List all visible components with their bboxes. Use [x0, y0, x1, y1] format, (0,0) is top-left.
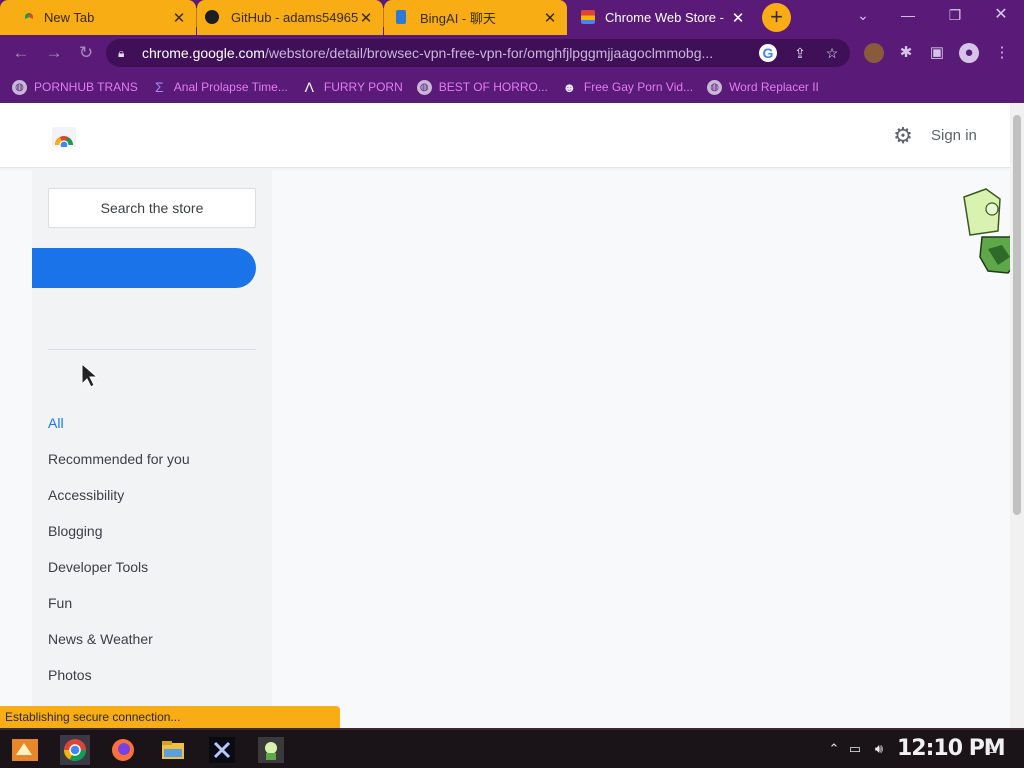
mask-icon: ☻	[562, 79, 577, 95]
close-icon[interactable]: ✕	[172, 9, 186, 27]
sigma-icon: Σ	[154, 78, 164, 95]
close-window-icon[interactable]: ✕	[981, 0, 1021, 30]
globe-icon: ◍	[12, 79, 27, 95]
file-explorer-icon[interactable]	[158, 735, 188, 765]
tab-title: GitHub - adams54965	[231, 10, 359, 25]
category-item-recommended[interactable]: Recommended for you	[48, 441, 190, 477]
close-icon[interactable]: ✕	[731, 9, 745, 27]
share-icon[interactable]: ⇪	[791, 44, 809, 62]
sidebar: Search the store All Recommended for you…	[32, 169, 272, 728]
bookmark-item[interactable]: Λ FURRY PORN	[302, 78, 403, 95]
bookmark-label: FURRY PORN	[323, 80, 403, 94]
close-icon[interactable]: ✕	[359, 9, 373, 27]
sign-in-link[interactable]: Sign in	[931, 127, 977, 144]
sidebar-selected-item[interactable]	[32, 248, 256, 288]
tab-title: BingAI - 聊天	[420, 11, 496, 26]
category-item-blogging[interactable]: Blogging	[48, 513, 190, 549]
scrollbar-thumb[interactable]	[1013, 115, 1021, 515]
status-bubble: Establishing secure connection...	[0, 706, 340, 728]
notifications-icon[interactable]: ▭	[983, 741, 999, 757]
tab-chrome-web-store[interactable]: Chrome Web Store - ✕	[569, 0, 755, 35]
side-panel-icon[interactable]: ▣	[927, 43, 947, 63]
bing-icon	[396, 10, 406, 24]
forward-icon[interactable]: →	[42, 41, 66, 65]
webstore-logo-icon[interactable]	[52, 127, 76, 147]
chrome-taskbar-icon[interactable]	[60, 735, 90, 765]
url-text[interactable]: chrome.google.com/webstore/detail/browse…	[142, 45, 752, 61]
tray-chevron-icon[interactable]: ⌃	[826, 741, 842, 757]
extensions-puzzle-icon[interactable]: ✱	[896, 43, 916, 63]
mouse-cursor-icon	[81, 362, 99, 388]
tab-github[interactable]: GitHub - adams54965 ✕	[197, 0, 383, 35]
lock-icon[interactable]: 🔒︎	[118, 46, 134, 61]
taskbar: ⌃ ▭ 🔊︎ 12:10 PM ▭	[0, 728, 1024, 768]
google-lens-icon[interactable]: G	[759, 44, 777, 62]
web-store-page: ⚙ Sign in Search the store All Recommend…	[0, 103, 1024, 728]
category-item-news-weather[interactable]: News & Weather	[48, 621, 190, 657]
network-icon[interactable]: ▭	[847, 741, 863, 757]
tab-title: New Tab	[44, 10, 95, 25]
settings-gear-icon[interactable]: ⚙	[892, 125, 914, 147]
tab-bingai[interactable]: BingAI - 聊天 ✕	[384, 0, 567, 35]
app-x-icon[interactable]	[207, 735, 237, 765]
bookmark-item[interactable]: ◍ PORNHUB TRANS	[12, 79, 138, 95]
a-logo-icon: Λ	[304, 78, 315, 95]
github-icon	[205, 10, 219, 24]
category-item-accessibility[interactable]: Accessibility	[48, 477, 190, 513]
extension-avatar-icon[interactable]	[864, 43, 884, 63]
globe-icon: ◍	[416, 79, 432, 95]
menu-kebab-icon[interactable]: ⋮	[992, 43, 1012, 63]
minimize-icon[interactable]: —	[888, 0, 928, 30]
bookmarks-bar: ◍ PORNHUB TRANS Σ Anal Prolapse Time... …	[0, 71, 1024, 103]
category-item-fun[interactable]: Fun	[48, 585, 190, 621]
bookmark-label: Anal Prolapse Time...	[173, 80, 288, 94]
category-item-all[interactable]: All	[48, 405, 190, 441]
restore-icon[interactable]: ❐	[935, 0, 975, 30]
close-icon[interactable]: ✕	[543, 9, 557, 27]
volume-icon[interactable]: 🔊︎	[871, 741, 887, 757]
tab-new-tab[interactable]: New Tab ✕	[0, 0, 196, 35]
tab-strip: New Tab ✕ GitHub - adams54965 ✕ BingAI -…	[0, 0, 1024, 35]
bookmark-star-icon[interactable]: ☆	[823, 44, 841, 62]
bookmark-label: Word Replacer II	[729, 80, 819, 94]
category-item-developer-tools[interactable]: Developer Tools	[48, 549, 190, 585]
profile-icon[interactable]: ●	[959, 43, 979, 63]
bookmark-label: BEST OF HORRO...	[438, 80, 548, 94]
webstore-icon	[581, 10, 595, 24]
bookmark-item[interactable]: ◍ Word Replacer II	[707, 79, 819, 95]
bookmark-item[interactable]: ◍ BEST OF HORRO...	[416, 79, 548, 95]
tab-search-icon[interactable]: ⌄	[843, 0, 883, 30]
page-scrollbar[interactable]	[1010, 103, 1024, 728]
store-header: ⚙ Sign in	[0, 103, 1010, 168]
back-icon[interactable]: ←	[9, 41, 33, 65]
start-button-icon[interactable]	[10, 735, 40, 765]
chrome-icon	[22, 10, 36, 24]
category-list: All Recommended for you Accessibility Bl…	[48, 405, 190, 728]
search-store-input[interactable]: Search the store	[48, 188, 256, 228]
bookmark-item[interactable]: Σ Anal Prolapse Time...	[152, 78, 288, 95]
sidebar-divider	[48, 349, 256, 350]
bookmark-label: Free Gay Porn Vid...	[583, 80, 694, 94]
address-bar[interactable]: 🔒︎ chrome.google.com/webstore/detail/bro…	[106, 39, 850, 67]
desktop-pet-taskbar-icon[interactable]	[256, 735, 286, 765]
tab-title: Chrome Web Store -	[605, 10, 724, 25]
url-path: /webstore/detail/browsec-vpn-free-vpn-fo…	[264, 45, 714, 61]
browser-toolbar: ← → ↻ 🔒︎ chrome.google.com/webstore/deta…	[0, 35, 1024, 71]
firefox-icon[interactable]	[108, 735, 138, 765]
category-item-photos[interactable]: Photos	[48, 657, 190, 693]
globe-icon: ◍	[707, 79, 723, 95]
reload-icon[interactable]: ↻	[74, 41, 98, 65]
new-tab-button[interactable]: +	[762, 3, 791, 32]
bookmark-label: PORNHUB TRANS	[34, 80, 138, 94]
bookmark-item[interactable]: ☻ Free Gay Porn Vid...	[562, 79, 694, 95]
url-host: chrome.google.com	[142, 45, 265, 61]
